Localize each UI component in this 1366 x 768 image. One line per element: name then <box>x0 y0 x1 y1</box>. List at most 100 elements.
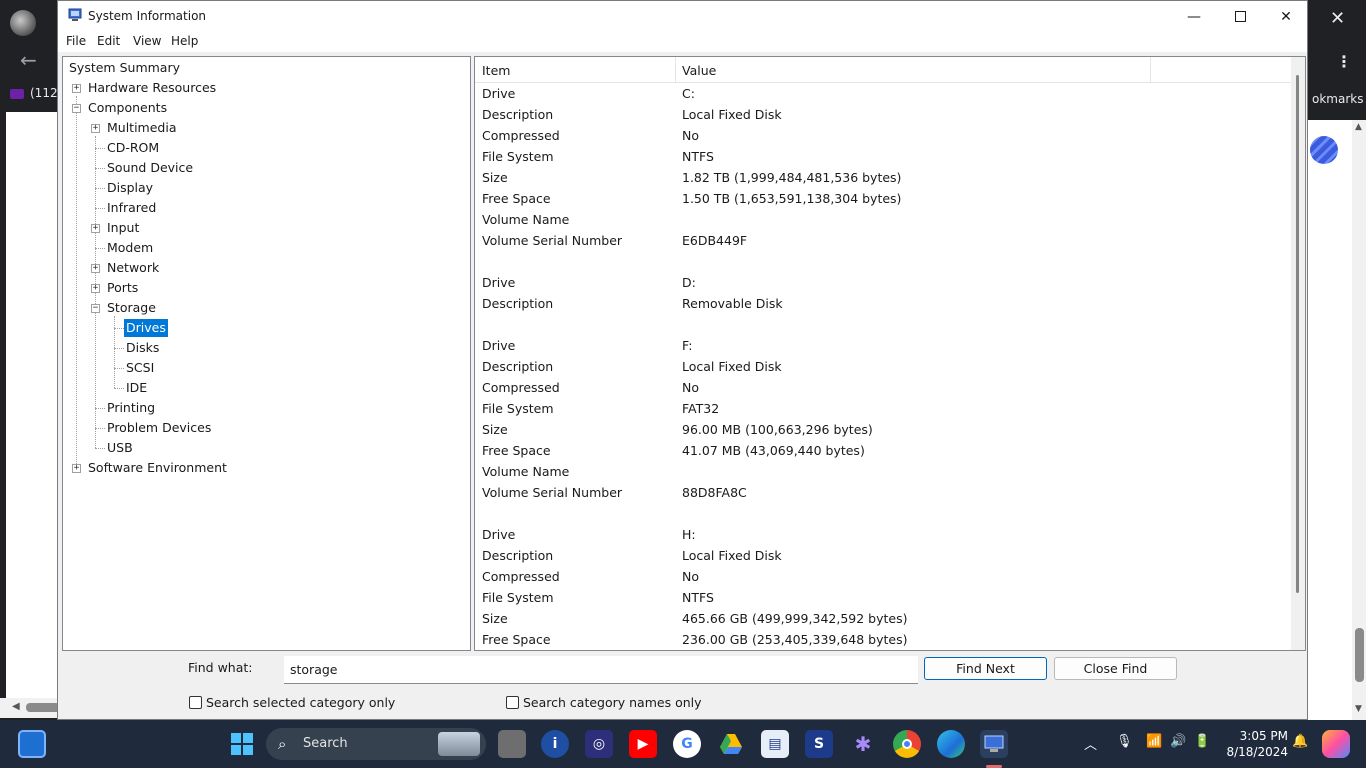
app-icon-document[interactable]: ▤ <box>761 730 789 758</box>
table-row[interactable]: File System FAT32 <box>475 398 1295 419</box>
battery-icon[interactable]: 🔋 <box>1194 734 1210 749</box>
expand-network-icon[interactable]: + <box>91 264 100 273</box>
search-category-names-checkbox[interactable]: Search category names only <box>506 695 702 710</box>
table-row[interactable] <box>475 314 1295 335</box>
close-icon[interactable]: ✕ <box>1330 8 1345 29</box>
table-row[interactable]: Free Space 1.50 TB (1,653,591,138,304 byt… <box>475 188 1295 209</box>
table-row[interactable]: Size 96.00 MB (100,663,296 bytes) <box>475 419 1295 440</box>
tree-node-hardware-resources[interactable]: Hardware Resources <box>86 79 218 97</box>
category-tree[interactable]: + − + + + + − + System Summary Hardware … <box>62 56 471 651</box>
menu-edit[interactable]: Edit <box>97 34 120 48</box>
expand-hardware-resources-icon[interactable]: + <box>72 84 81 93</box>
table-row[interactable]: Description Local Fixed Disk <box>475 356 1295 377</box>
tree-node-cd-rom[interactable]: CD-ROM <box>105 139 161 157</box>
table-row[interactable]: Volume Name <box>475 209 1295 230</box>
table-row[interactable] <box>475 251 1295 272</box>
tree-node-modem[interactable]: Modem <box>105 239 155 257</box>
tree-node-display[interactable]: Display <box>105 179 155 197</box>
minimize-button[interactable]: — <box>1171 1 1217 32</box>
scrollbar-thumb[interactable] <box>1355 628 1364 682</box>
profile-avatar[interactable] <box>10 10 36 36</box>
table-row[interactable]: Description Removable Disk <box>475 293 1295 314</box>
table-row[interactable]: Free Space 236.00 GB (253,405,339,648 byt… <box>475 629 1295 650</box>
column-separator[interactable] <box>1150 57 1151 83</box>
expand-multimedia-icon[interactable]: + <box>91 124 100 133</box>
tree-node-software-environment[interactable]: Software Environment <box>86 459 229 477</box>
tree-node-ide[interactable]: IDE <box>124 379 149 397</box>
browser-tab-label[interactable]: (112 <box>10 86 58 100</box>
taskbar-search[interactable]: ⌕ Search <box>266 728 486 760</box>
table-row[interactable]: Size 1.82 TB (1,999,484,481,536 bytes) <box>475 167 1295 188</box>
scrollbar-thumb[interactable] <box>26 703 60 712</box>
scrollbar-thumb[interactable] <box>1296 75 1299 593</box>
expand-input-icon[interactable]: + <box>91 224 100 233</box>
collapse-storage-icon[interactable]: − <box>91 304 100 313</box>
tree-node-scsi[interactable]: SCSI <box>124 359 156 377</box>
chrome-icon[interactable] <box>893 730 921 758</box>
table-row[interactable]: Description Local Fixed Disk <box>475 104 1295 125</box>
close-button[interactable]: ✕ <box>1263 1 1309 32</box>
youtube-icon[interactable]: ▶ <box>629 730 657 758</box>
app-icon-s[interactable]: S <box>805 730 833 758</box>
column-separator[interactable] <box>675 57 676 83</box>
table-row[interactable]: File System NTFS <box>475 587 1295 608</box>
back-arrow-icon[interactable]: ← <box>20 48 37 72</box>
column-header-value[interactable]: Value <box>682 63 716 78</box>
table-row[interactable]: File System NTFS <box>475 146 1295 167</box>
table-row[interactable]: Drive F: <box>475 335 1295 356</box>
menu-file[interactable]: File <box>66 34 86 48</box>
tree-node-storage[interactable]: Storage <box>105 299 158 317</box>
start-windows-icon[interactable] <box>228 730 256 758</box>
list-vertical-scrollbar[interactable] <box>1291 57 1305 650</box>
system-information-taskbar-icon[interactable] <box>980 730 1008 758</box>
more-options-icon[interactable]: ⋮ <box>1336 52 1352 71</box>
tree-node-network[interactable]: Network <box>105 259 161 277</box>
wifi-icon[interactable]: 📶 <box>1146 734 1162 749</box>
volume-icon[interactable]: 🔊 <box>1170 734 1186 749</box>
tree-node-sound-device[interactable]: Sound Device <box>105 159 195 177</box>
column-header-item[interactable]: Item <box>482 63 510 78</box>
google-icon[interactable]: G <box>673 730 701 758</box>
table-row[interactable]: Free Space 41.07 MB (43,069,440 bytes) <box>475 440 1295 461</box>
edge-icon[interactable] <box>937 730 965 758</box>
table-row[interactable]: Volume Serial Number E6DB449F <box>475 230 1295 251</box>
table-row[interactable]: Description Local Fixed Disk <box>475 545 1295 566</box>
tree-node-system-summary[interactable]: System Summary <box>67 59 182 77</box>
close-find-button[interactable]: Close Find <box>1054 657 1177 680</box>
tree-node-ports[interactable]: Ports <box>105 279 140 297</box>
table-row[interactable]: Drive C: <box>475 83 1295 104</box>
collapse-components-icon[interactable]: − <box>72 104 81 113</box>
copilot-icon[interactable] <box>1322 730 1350 758</box>
vertical-scrollbar[interactable]: ▲ ▼ <box>1352 120 1366 720</box>
tree-node-multimedia[interactable]: Multimedia <box>105 119 179 137</box>
table-row[interactable] <box>475 503 1295 524</box>
find-input[interactable] <box>284 656 918 684</box>
tree-node-disks[interactable]: Disks <box>124 339 161 357</box>
show-hidden-icons-icon[interactable]: ︿ <box>1084 734 1097 753</box>
tree-node-printing[interactable]: Printing <box>105 399 157 417</box>
checkbox-box[interactable] <box>189 696 202 709</box>
taskbar-clock[interactable]: 3:05 PM 8/18/2024 <box>1222 728 1288 760</box>
bookmarks-label[interactable]: okmarks <box>1312 92 1363 106</box>
app-icon-star[interactable]: ✱ <box>849 730 877 758</box>
tree-node-problem-devices[interactable]: Problem Devices <box>105 419 213 437</box>
table-row[interactable]: Drive D: <box>475 272 1295 293</box>
expand-ports-icon[interactable]: + <box>91 284 100 293</box>
details-list[interactable]: Item Value Drive C: Description Local Fixed… <box>474 56 1306 651</box>
microphone-icon[interactable]: 🎙 <box>1116 734 1133 749</box>
tree-node-input[interactable]: Input <box>105 219 141 237</box>
scroll-left-icon[interactable]: ◀ <box>12 701 20 712</box>
menu-help[interactable]: Help <box>171 34 198 48</box>
checkbox-box[interactable] <box>506 696 519 709</box>
widgets-icon[interactable] <box>18 730 46 758</box>
google-drive-icon[interactable] <box>717 730 745 758</box>
title-bar[interactable]: System Information — ✕ <box>58 1 1307 32</box>
notification-icon[interactable]: 🔔 <box>1292 734 1308 749</box>
menu-view[interactable]: View <box>133 34 161 48</box>
task-view-icon[interactable] <box>498 730 526 758</box>
app-icon-blue-circle[interactable]: i <box>541 730 569 758</box>
scroll-down-icon[interactable]: ▼ <box>1355 704 1362 714</box>
table-row[interactable]: Size 465.66 GB (499,999,342,592 bytes) <box>475 608 1295 629</box>
table-row[interactable]: Drive H: <box>475 524 1295 545</box>
search-selected-category-checkbox[interactable]: Search selected category only <box>189 695 395 710</box>
